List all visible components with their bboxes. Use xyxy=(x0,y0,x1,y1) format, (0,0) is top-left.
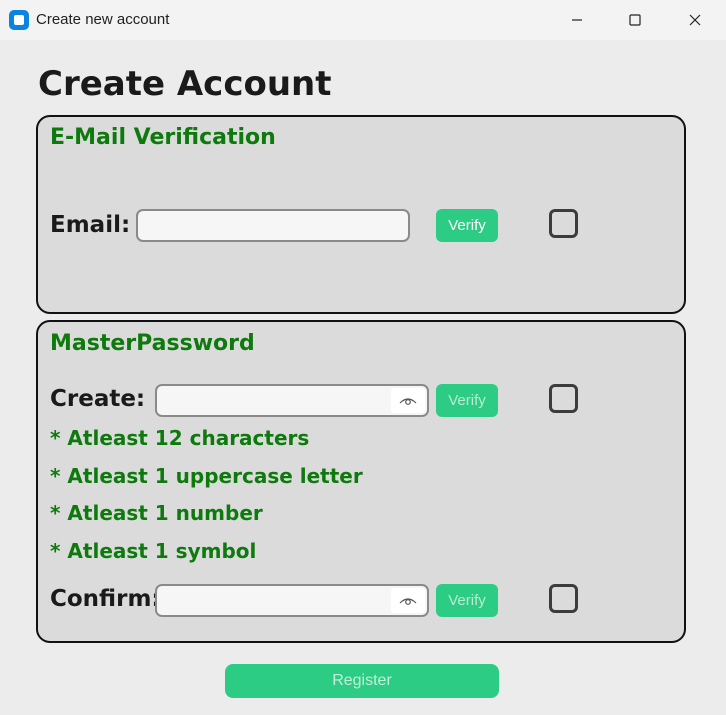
close-button[interactable] xyxy=(666,0,724,40)
email-label: Email: xyxy=(50,212,131,238)
title-bar: Create new account xyxy=(0,0,726,40)
confirm-verify-button[interactable]: Verify xyxy=(436,584,498,617)
confirm-password-field xyxy=(155,584,429,617)
email-input[interactable] xyxy=(136,209,410,242)
confirm-verified-checkbox[interactable] xyxy=(549,584,578,613)
confirm-label: Confirm: xyxy=(50,586,161,612)
app-icon xyxy=(9,10,29,30)
maximize-icon xyxy=(629,14,641,26)
eye-icon xyxy=(399,597,417,605)
password-rule-uppercase: * Atleast 1 uppercase letter xyxy=(50,464,363,488)
email-section-title: E-Mail Verification xyxy=(50,125,276,150)
password-rule-length: * Atleast 12 characters xyxy=(50,426,310,450)
create-label: Create: xyxy=(50,386,146,412)
page-title: Create Account xyxy=(38,64,332,104)
minimize-icon xyxy=(572,19,582,21)
show-password-toggle[interactable] xyxy=(391,388,425,413)
eye-icon xyxy=(399,397,417,405)
show-confirm-password-toggle[interactable] xyxy=(391,588,425,613)
email-verification-panel: E-Mail Verification Email: Verify xyxy=(36,115,686,314)
email-verified-checkbox[interactable] xyxy=(549,209,578,238)
email-verify-button[interactable]: Verify xyxy=(436,209,498,242)
password-rule-number: * Atleast 1 number xyxy=(50,501,263,525)
minimize-button[interactable] xyxy=(548,0,606,40)
password-rule-symbol: * Atleast 1 symbol xyxy=(50,539,257,563)
confirm-password-input[interactable] xyxy=(157,586,385,615)
create-password-input[interactable] xyxy=(157,386,385,415)
create-verify-button[interactable]: Verify xyxy=(436,384,498,417)
maximize-button[interactable] xyxy=(606,0,664,40)
master-section-title: MasterPassword xyxy=(50,331,255,356)
register-button[interactable]: Register xyxy=(225,664,499,698)
create-password-field xyxy=(155,384,429,417)
window-title: Create new account xyxy=(36,11,170,28)
close-icon xyxy=(689,14,701,26)
master-password-panel: MasterPassword Create: Verify * Atleast … xyxy=(36,320,686,643)
create-verified-checkbox[interactable] xyxy=(549,384,578,413)
